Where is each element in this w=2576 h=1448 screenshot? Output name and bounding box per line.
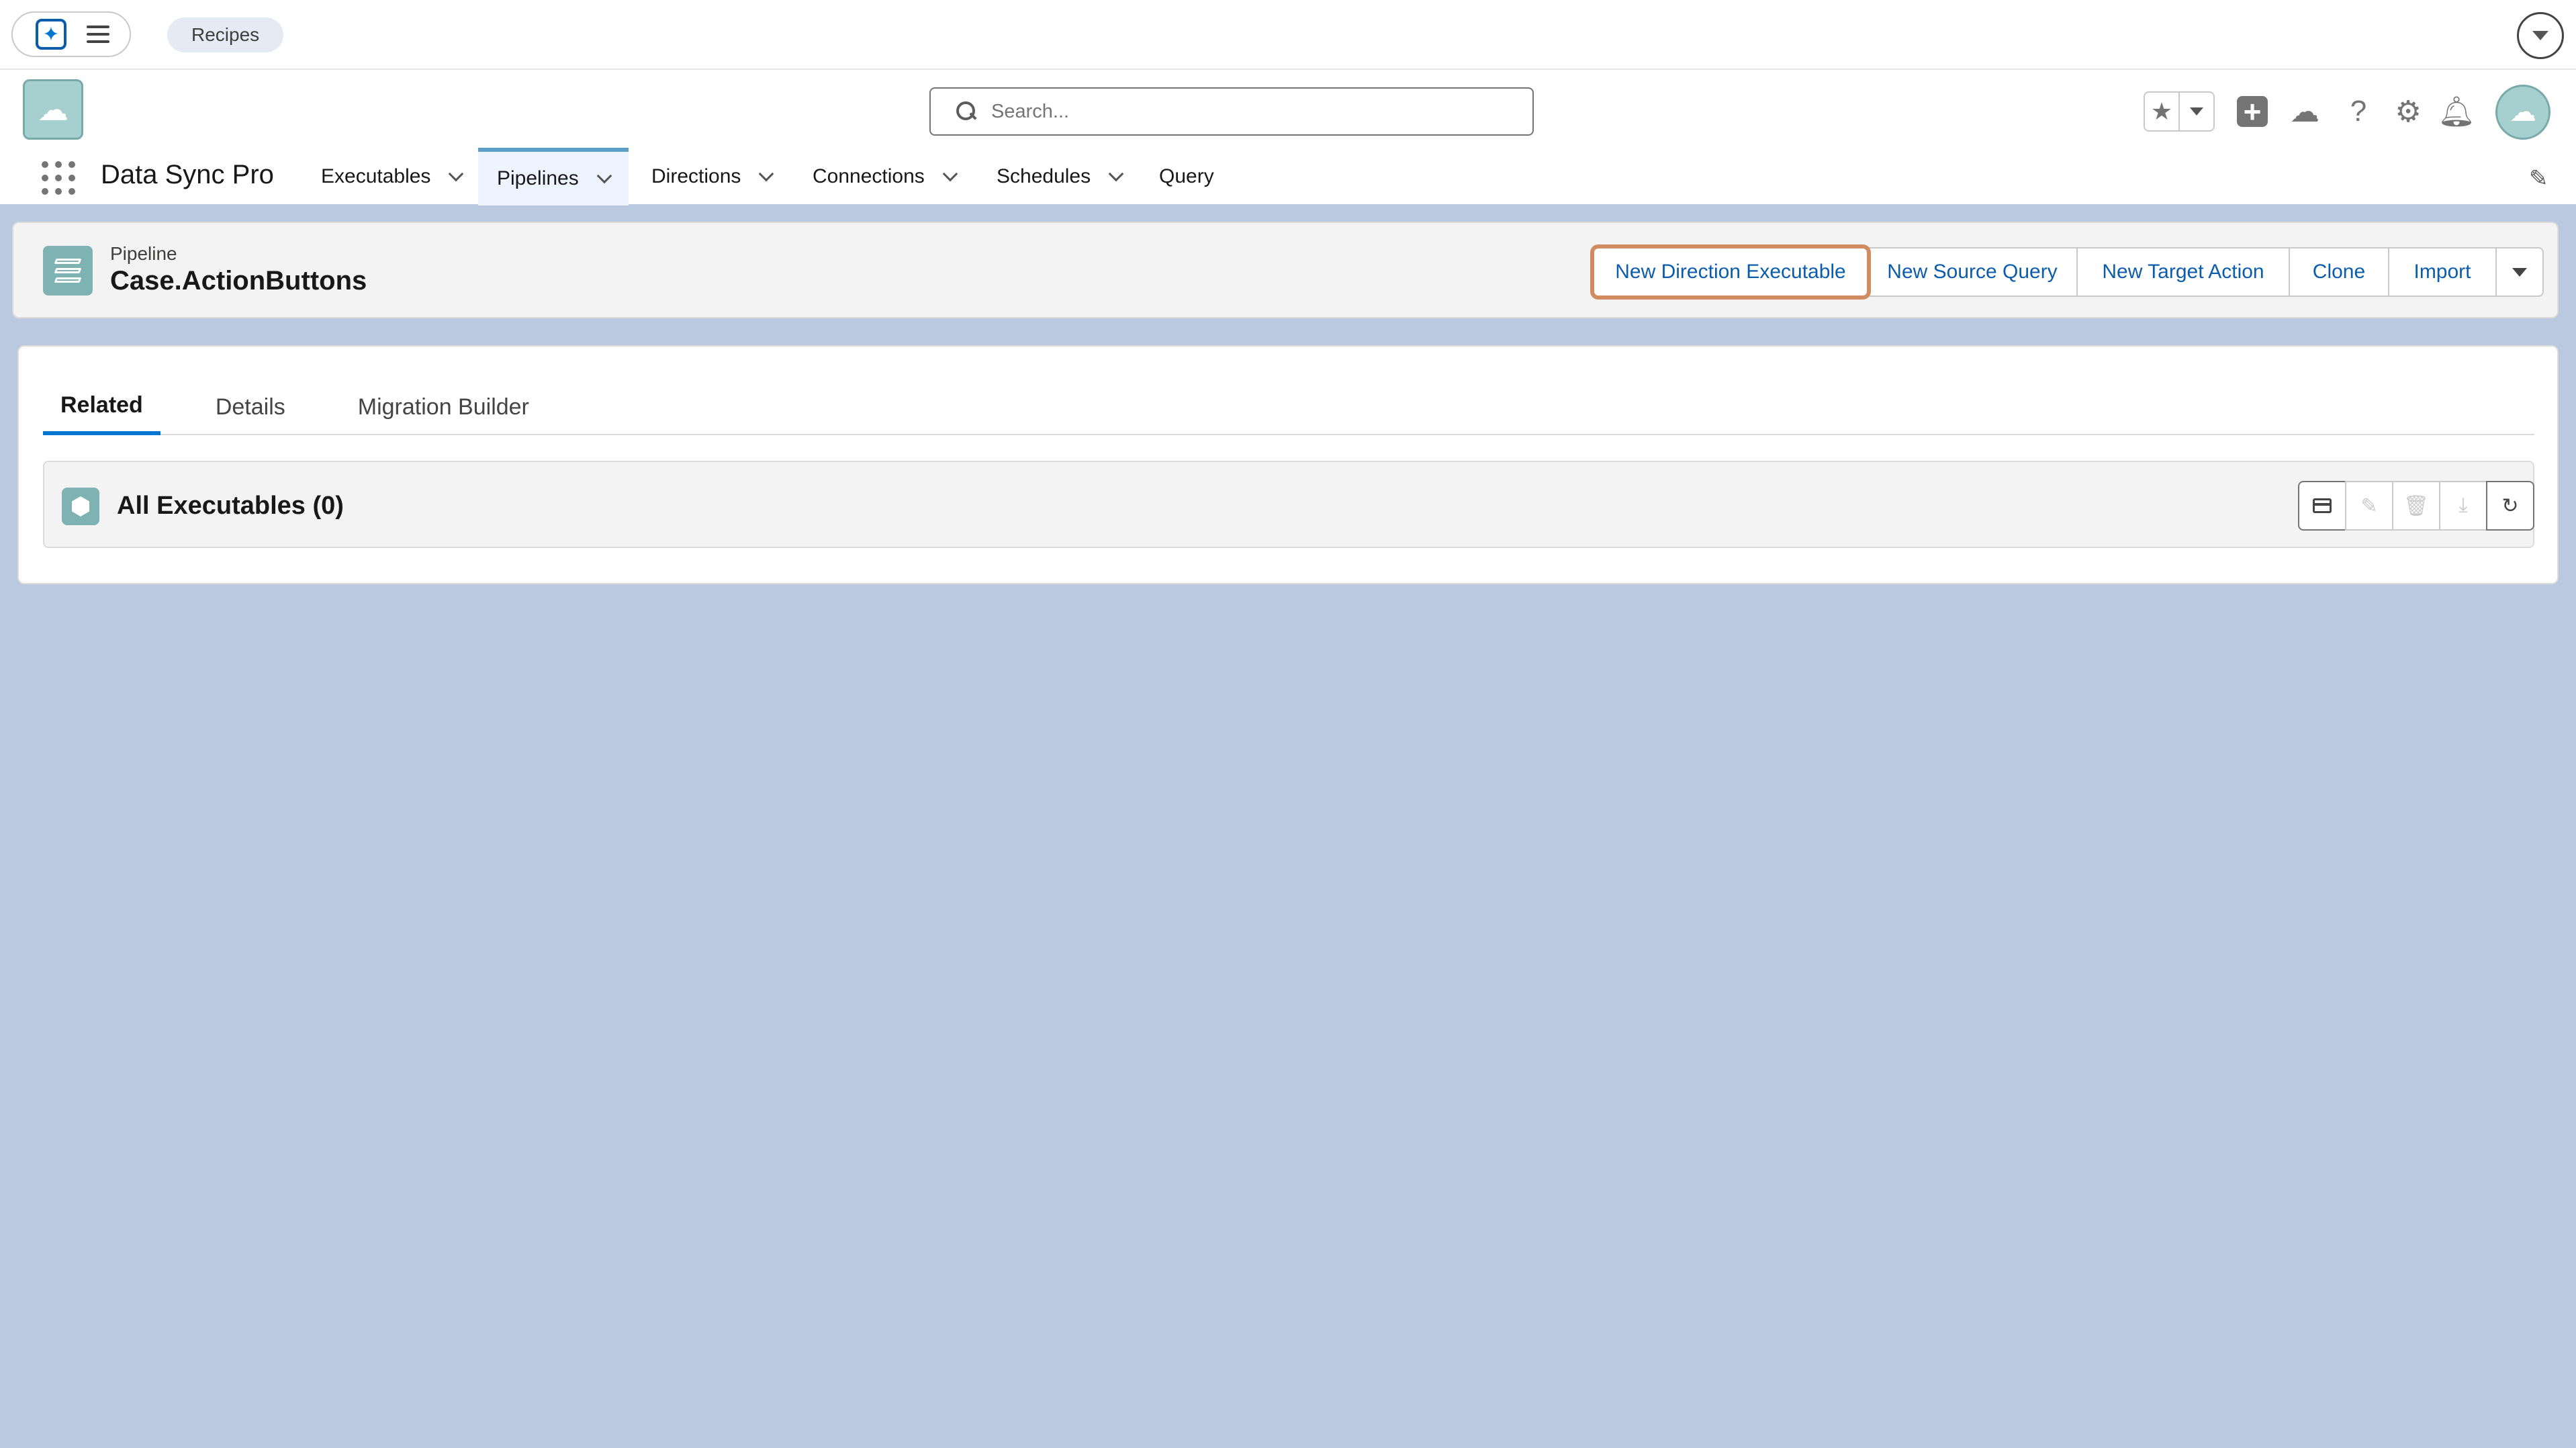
hamburger-icon[interactable] [87,26,109,43]
record-type-label: Pipeline [110,243,177,264]
view-selector-icon[interactable] [2298,481,2346,531]
record-title: Case.ActionButtons [110,266,367,296]
import-button[interactable]: Import [2388,247,2497,297]
chevron-down-icon[interactable] [942,166,958,182]
nav-item-schedules[interactable]: Schedules [978,148,1140,206]
search-icon [956,101,976,122]
nav-item-executables[interactable]: Executables [302,148,480,206]
app-name: Data Sync Pro [101,160,274,189]
search-box[interactable] [929,87,1534,136]
related-list-actions: ✎ 🗑︎ ⤓ ↻ [2298,481,2534,531]
app-switcher[interactable]: ✦ [11,11,131,57]
sparkle-icon[interactable]: ✦ [36,19,66,50]
edit-icon[interactable]: ✎ [2345,481,2393,531]
favorites-dropdown[interactable] [2180,93,2213,130]
global-header: ☁ ★ + ☁ ? ⚙ 🔔︎ ☁ Data Sync Pro Executabl… [0,69,2576,206]
new-source-query-button[interactable]: New Source Query [1867,247,2078,297]
nav-item-connections[interactable]: Connections [794,148,974,206]
related-list-card: All Executables (0) ✎ 🗑︎ ⤓ ↻ [43,461,2534,548]
nav-label: Schedules [997,165,1091,187]
app-navbar: Data Sync Pro Executables Pipelines Dire… [0,148,2576,206]
tab-migration-builder[interactable]: Migration Builder [340,379,547,435]
chevron-down-icon [2512,267,2527,277]
nav-label: Directions [651,165,741,187]
record-header: Pipeline Case.ActionButtons New Directio… [12,222,2559,318]
nav-label: Pipelines [497,167,579,189]
related-list-title[interactable]: All Executables (0) [117,492,344,521]
clone-button[interactable]: Clone [2289,247,2389,297]
cloud-icon[interactable]: ☁ [2286,93,2324,130]
nav-item-pipelines[interactable]: Pipelines [478,148,629,206]
chevron-down-icon[interactable] [759,166,774,182]
avatar[interactable]: ☁ [2495,85,2550,140]
star-icon[interactable]: ★ [2145,93,2180,130]
layers-icon [43,246,93,296]
record-actions: New Direction Executable New Source Quer… [1590,244,2544,300]
download-icon[interactable]: ⤓ [2439,481,2487,531]
record-content-card: Related Details Migration Builder All Ex… [17,345,2559,584]
help-icon[interactable]: ? [2340,93,2377,130]
delete-icon[interactable]: 🗑︎ [2392,481,2440,531]
plus-icon[interactable]: + [2234,93,2271,130]
hexagon-icon [62,488,99,525]
top-utility-bar: ✦ Recipes [0,0,2576,69]
search-input[interactable] [991,100,1502,123]
nav-item-directions[interactable]: Directions [633,148,790,206]
recipes-pill[interactable]: Recipes [167,17,284,52]
gear-icon[interactable]: ⚙ [2389,93,2427,130]
new-target-action-button[interactable]: New Target Action [2076,247,2290,297]
nav-label: Connections [813,165,925,187]
org-logo: ☁ [23,79,83,140]
chevron-down-icon[interactable] [596,168,612,184]
record-tabs: Related Details Migration Builder [43,379,2534,435]
favorites-group[interactable]: ★ [2144,91,2215,132]
tab-details[interactable]: Details [198,379,303,435]
nav-label: Executables [321,165,431,187]
chevron-down-icon[interactable] [449,166,464,182]
new-direction-executable-button[interactable]: New Direction Executable [1590,244,1871,300]
more-actions-button[interactable] [2495,247,2544,297]
pencil-icon[interactable]: ✎ [2529,165,2548,192]
nav-item-query[interactable]: Query [1140,148,1233,206]
tab-related[interactable]: Related [43,379,160,435]
refresh-icon[interactable]: ↻ [2486,481,2534,531]
chevron-down-icon[interactable] [2517,12,2564,59]
bell-icon[interactable]: 🔔︎ [2438,93,2475,130]
chevron-down-icon[interactable] [1108,166,1124,182]
nav-label: Query [1159,165,1214,187]
app-launcher-icon[interactable] [42,161,75,195]
